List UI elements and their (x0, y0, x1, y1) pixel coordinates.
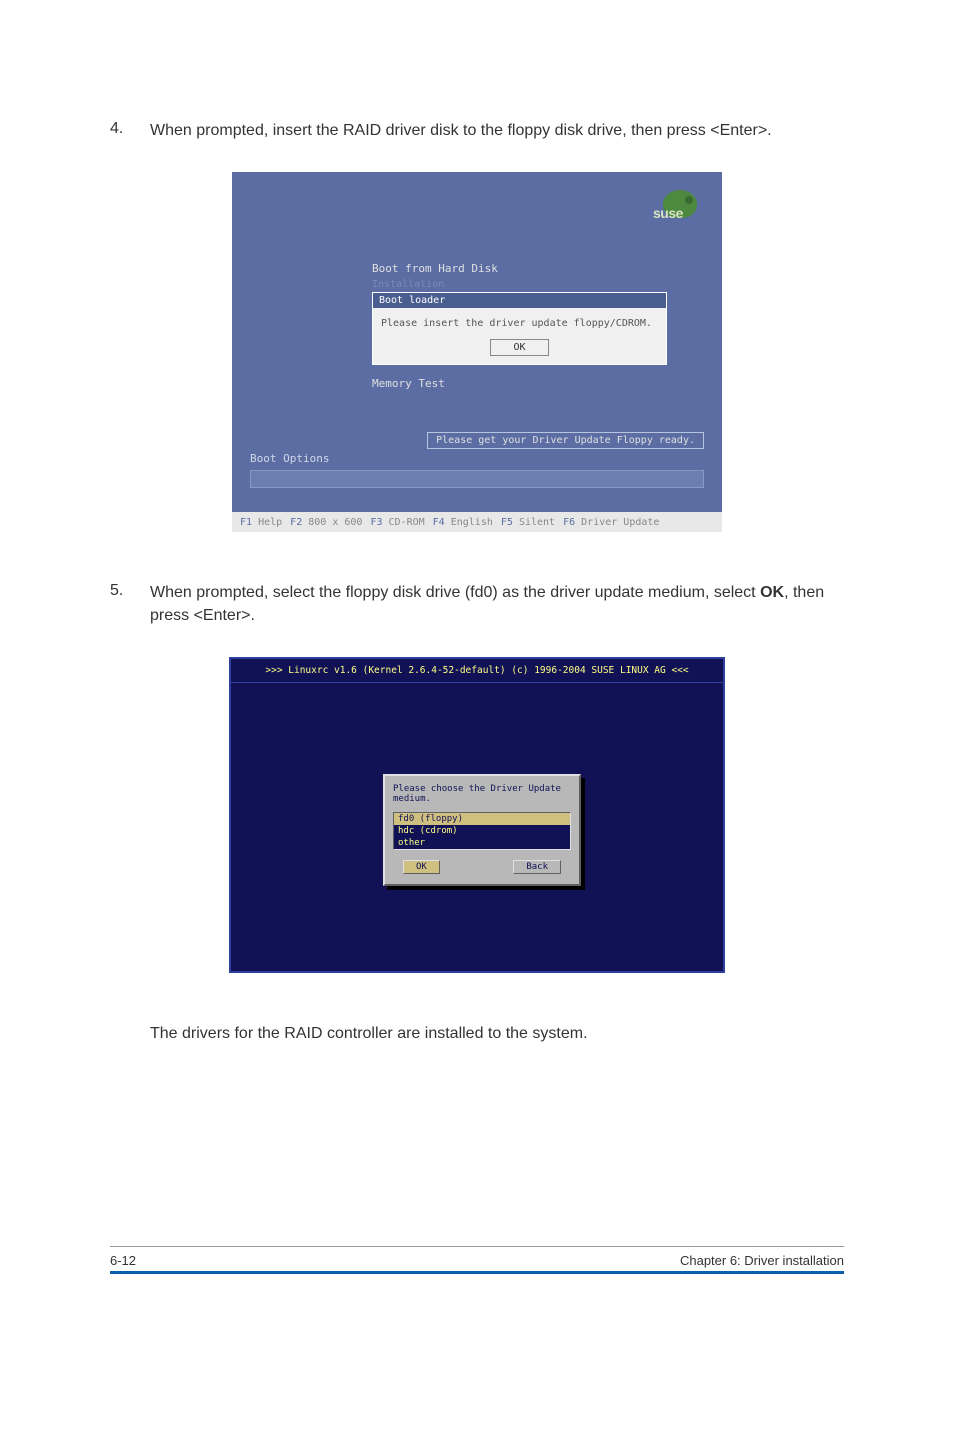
boot-options-input[interactable] (250, 470, 704, 488)
driver-update-dialog: Boot loader Please insert the driver upd… (372, 292, 667, 365)
boot-installation[interactable]: Installation (372, 277, 632, 292)
ok-button[interactable]: OK (490, 339, 548, 356)
step-4-number: 4. (110, 120, 150, 142)
final-note: The drivers for the RAID controller are … (150, 1023, 844, 1045)
screenshot-2-wrap: >>> Linuxrc v1.6 (Kernel 2.6.4-52-defaul… (110, 657, 844, 973)
f4-language[interactable]: F4 English (433, 517, 493, 528)
fkey-bar: F1 Help F2 800 x 600 F3 CD-ROM F4 Englis… (232, 512, 722, 532)
step-5-number: 5. (110, 582, 150, 627)
driver-medium-dialog: Please choose the Driver Update medium. … (383, 774, 581, 886)
suse-logo: suse (663, 190, 697, 218)
step-5: 5. When prompted, select the floppy disk… (110, 582, 844, 627)
dialog-body: Please insert the driver update floppy/C… (373, 308, 666, 364)
f5-mode[interactable]: F5 Silent (501, 517, 555, 528)
linuxrc-ok-button[interactable]: OK (403, 860, 440, 874)
step-5-text-before: When prompted, select the floppy disk dr… (150, 584, 760, 601)
linuxrc-screen: >>> Linuxrc v1.6 (Kernel 2.6.4-52-defaul… (229, 657, 725, 973)
dialog-message: Please insert the driver update floppy/C… (381, 318, 658, 329)
linuxrc-header: >>> Linuxrc v1.6 (Kernel 2.6.4-52-defaul… (231, 659, 723, 683)
suse-logo-text: suse (653, 205, 683, 221)
dialog-button-row: OK Back (393, 860, 571, 874)
step-4: 4. When prompted, insert the RAID driver… (110, 120, 844, 142)
suse-boot-screen: suse Boot from Hard Disk Installation Bo… (232, 172, 722, 532)
linuxrc-back-button[interactable]: Back (513, 860, 561, 874)
screenshot-1-wrap: suse Boot from Hard Disk Installation Bo… (110, 172, 844, 532)
step-5-bold: OK (760, 584, 784, 601)
f3-source[interactable]: F3 CD-ROM (370, 517, 424, 528)
f2-resolution[interactable]: F2 800 x 600 (290, 517, 362, 528)
chapter-label: Chapter 6: Driver installation (680, 1253, 844, 1268)
page-footer: 6-12 Chapter 6: Driver installation (110, 1246, 844, 1274)
boot-from-hard-disk[interactable]: Boot from Hard Disk (372, 260, 632, 277)
option-fd0[interactable]: fd0 (floppy) (394, 813, 570, 825)
medium-prompt: Please choose the Driver Update medium. (393, 784, 571, 804)
medium-listbox[interactable]: fd0 (floppy) hdc (cdrom) other (393, 812, 571, 850)
driver-ready-notice: Please get your Driver Update Floppy rea… (427, 432, 704, 449)
option-other[interactable]: other (394, 837, 570, 849)
f1-help[interactable]: F1 Help (240, 517, 282, 528)
step-4-text: When prompted, insert the RAID driver di… (150, 120, 844, 142)
boot-options-label: Boot Options (250, 452, 329, 465)
f6-driver-update[interactable]: F6 Driver Update (563, 517, 659, 528)
dialog-title: Boot loader (373, 293, 666, 308)
step-5-text: When prompted, select the floppy disk dr… (150, 582, 844, 627)
boot-menu: Boot from Hard Disk Installation Boot lo… (372, 260, 632, 390)
page-number: 6-12 (110, 1253, 136, 1268)
memory-test-item[interactable]: Memory Test (372, 377, 632, 390)
option-hdc[interactable]: hdc (cdrom) (394, 825, 570, 837)
